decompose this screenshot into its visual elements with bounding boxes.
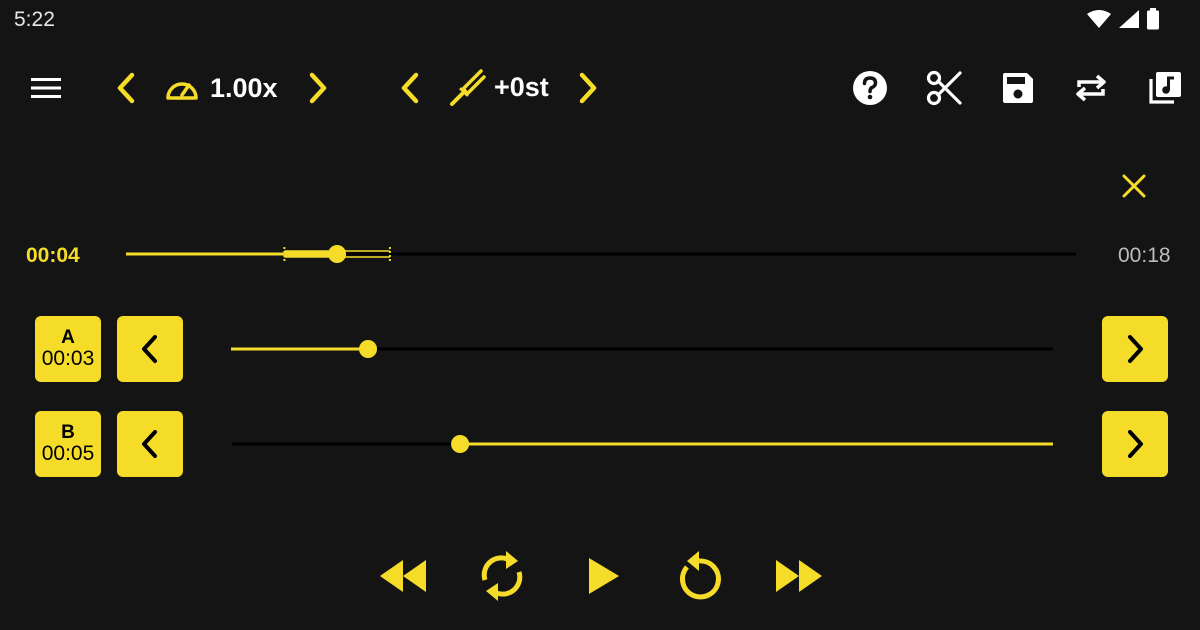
play-button[interactable] [574, 546, 634, 606]
repeat-button[interactable] [1069, 66, 1113, 110]
library-button[interactable] [1143, 66, 1187, 110]
status-time: 5:22 [14, 8, 55, 31]
repeat-icon [1076, 74, 1106, 102]
close-icon [1122, 174, 1146, 198]
pitch-decrease-button[interactable] [388, 66, 432, 110]
rewind-button[interactable] [372, 548, 434, 604]
playback-seekbar[interactable] [120, 236, 1082, 272]
pitch-display[interactable]: +0st [448, 64, 549, 110]
loop-b-increase-button[interactable] [1102, 411, 1168, 477]
loop-b-badge[interactable]: B 00:05 [35, 411, 101, 477]
loop-a-label: A [61, 327, 75, 348]
cut-button[interactable] [922, 66, 966, 110]
replay-button[interactable] [668, 544, 730, 606]
speed-decrease-button[interactable] [104, 66, 148, 110]
seekbar-thumb[interactable] [328, 245, 347, 263]
loop-b-time: 00:05 [41, 441, 95, 465]
chevron-left-icon [142, 335, 157, 363]
signal-icon [1119, 10, 1139, 28]
loop-b-label: B [61, 422, 75, 443]
total-time: 00:18 [1118, 244, 1171, 267]
loop-toggle-button[interactable] [472, 546, 532, 606]
close-button[interactable] [1112, 164, 1156, 208]
speed-display[interactable]: 1.00x [164, 66, 278, 110]
floppy-save-icon [1003, 73, 1033, 103]
pitch-increase-button[interactable] [566, 66, 610, 110]
loop-a-slider[interactable] [225, 331, 1059, 367]
loop-a-time: 00:03 [41, 346, 95, 370]
chevron-left-icon [142, 430, 157, 458]
rewind-icon [380, 560, 426, 592]
speedometer-icon [166, 82, 198, 100]
loop-a-increase-button[interactable] [1102, 316, 1168, 382]
speed-value: 1.00x [210, 72, 278, 103]
chevron-left-icon [401, 72, 419, 104]
tuning-fork-icon [450, 69, 486, 106]
chevron-right-icon [309, 72, 327, 104]
help-button[interactable] [848, 66, 892, 110]
loop-b-thumb[interactable] [451, 435, 470, 453]
app-screen: 5:22 1.00x +0st 00:04 00:18 A 00:03 B 00… [0, 0, 1200, 630]
loop-a-thumb[interactable] [359, 340, 378, 358]
sync-loop-icon [481, 551, 523, 601]
status-icons [1086, 8, 1160, 30]
play-icon [589, 558, 619, 594]
chevron-right-icon [579, 72, 597, 104]
current-time: 00:04 [26, 244, 80, 267]
save-button[interactable] [996, 66, 1040, 110]
chevron-left-icon [117, 72, 135, 104]
loop-a-badge[interactable]: A 00:03 [35, 316, 101, 382]
music-library-icon [1149, 72, 1181, 104]
loop-a-decrease-button[interactable] [117, 316, 183, 382]
replay-icon [679, 551, 721, 600]
fast-forward-button[interactable] [768, 548, 830, 604]
hamburger-menu-icon [31, 78, 61, 98]
scissors-icon [926, 70, 962, 106]
fast-forward-icon [776, 560, 822, 592]
pitch-value: +0st [494, 71, 549, 102]
chevron-right-icon [1128, 430, 1143, 458]
loop-b-decrease-button[interactable] [117, 411, 183, 477]
loop-b-slider[interactable] [226, 426, 1059, 462]
chevron-right-icon [1128, 335, 1143, 363]
menu-button[interactable] [24, 66, 68, 110]
battery-icon [1147, 8, 1159, 30]
wifi-icon [1087, 10, 1111, 28]
speed-increase-button[interactable] [296, 66, 340, 110]
help-icon [853, 71, 887, 105]
